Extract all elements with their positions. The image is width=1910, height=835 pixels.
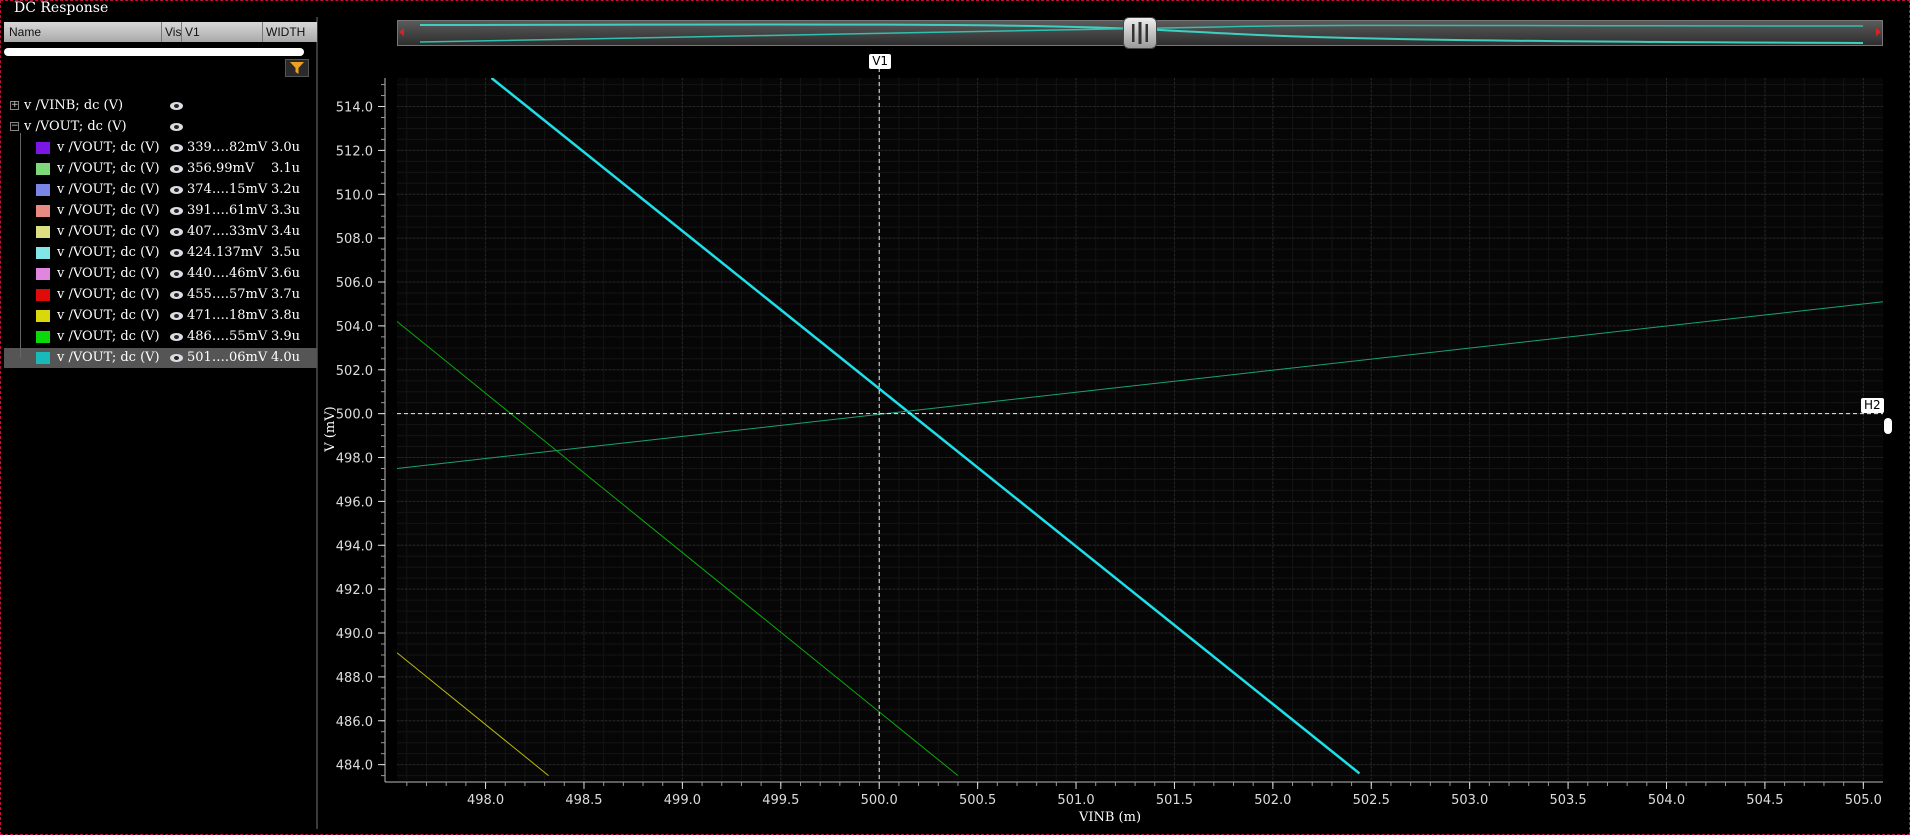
x-axis-label: VINB (m)	[1078, 810, 1141, 825]
y-tick-label: 484.0	[336, 759, 373, 774]
y-tick-label: 500.0	[336, 408, 373, 423]
y-tick-label: 514.0	[336, 101, 373, 116]
vertical-cursor-label[interactable]: V1	[869, 54, 892, 69]
x-tick-label: 499.0	[664, 793, 701, 808]
x-tick-label: 502.0	[1254, 793, 1291, 808]
x-tick-label: 502.5	[1353, 793, 1390, 808]
x-tick-label: 498.0	[467, 793, 504, 808]
x-tick-label: 499.5	[762, 793, 799, 808]
y-tick-label: 496.0	[336, 495, 373, 510]
x-tick-label: 503.0	[1451, 793, 1488, 808]
y-tick-label: 512.0	[336, 144, 373, 159]
y-tick-label: 510.0	[336, 188, 373, 203]
x-tick-label: 505.0	[1845, 793, 1882, 808]
y-tick-label: 498.0	[336, 452, 373, 467]
y-axis-label: V (mV)	[323, 406, 338, 452]
y-tick-label: 488.0	[336, 671, 373, 686]
y-tick-label: 502.0	[336, 364, 373, 379]
x-tick-label: 501.0	[1057, 793, 1094, 808]
y-tick-label: 494.0	[336, 539, 373, 554]
x-tick-label: 503.5	[1549, 793, 1586, 808]
y-tick-label: 506.0	[336, 276, 373, 291]
x-tick-label: 504.5	[1746, 793, 1783, 808]
y-tick-label: 492.0	[336, 583, 373, 598]
plot-area[interactable]: 498.0 498.5 499.0 499.5 500.0 500.5 501.0 501.5…	[0, 0, 1910, 835]
y-tick-label: 504.0	[336, 320, 373, 335]
vertical-scroll-knob[interactable]	[1884, 418, 1892, 434]
x-tick-label: 501.5	[1156, 793, 1193, 808]
y-tick-label: 508.0	[336, 232, 373, 247]
x-tick-label: 498.5	[565, 793, 602, 808]
x-tick-label: 500.5	[959, 793, 996, 808]
x-tick-label: 504.0	[1648, 793, 1685, 808]
y-tick-label: 486.0	[336, 715, 373, 730]
horizontal-cursor-label[interactable]: H2	[1861, 397, 1884, 413]
y-tick-label: 490.0	[336, 627, 373, 642]
x-tick-label: 500.0	[861, 793, 898, 808]
